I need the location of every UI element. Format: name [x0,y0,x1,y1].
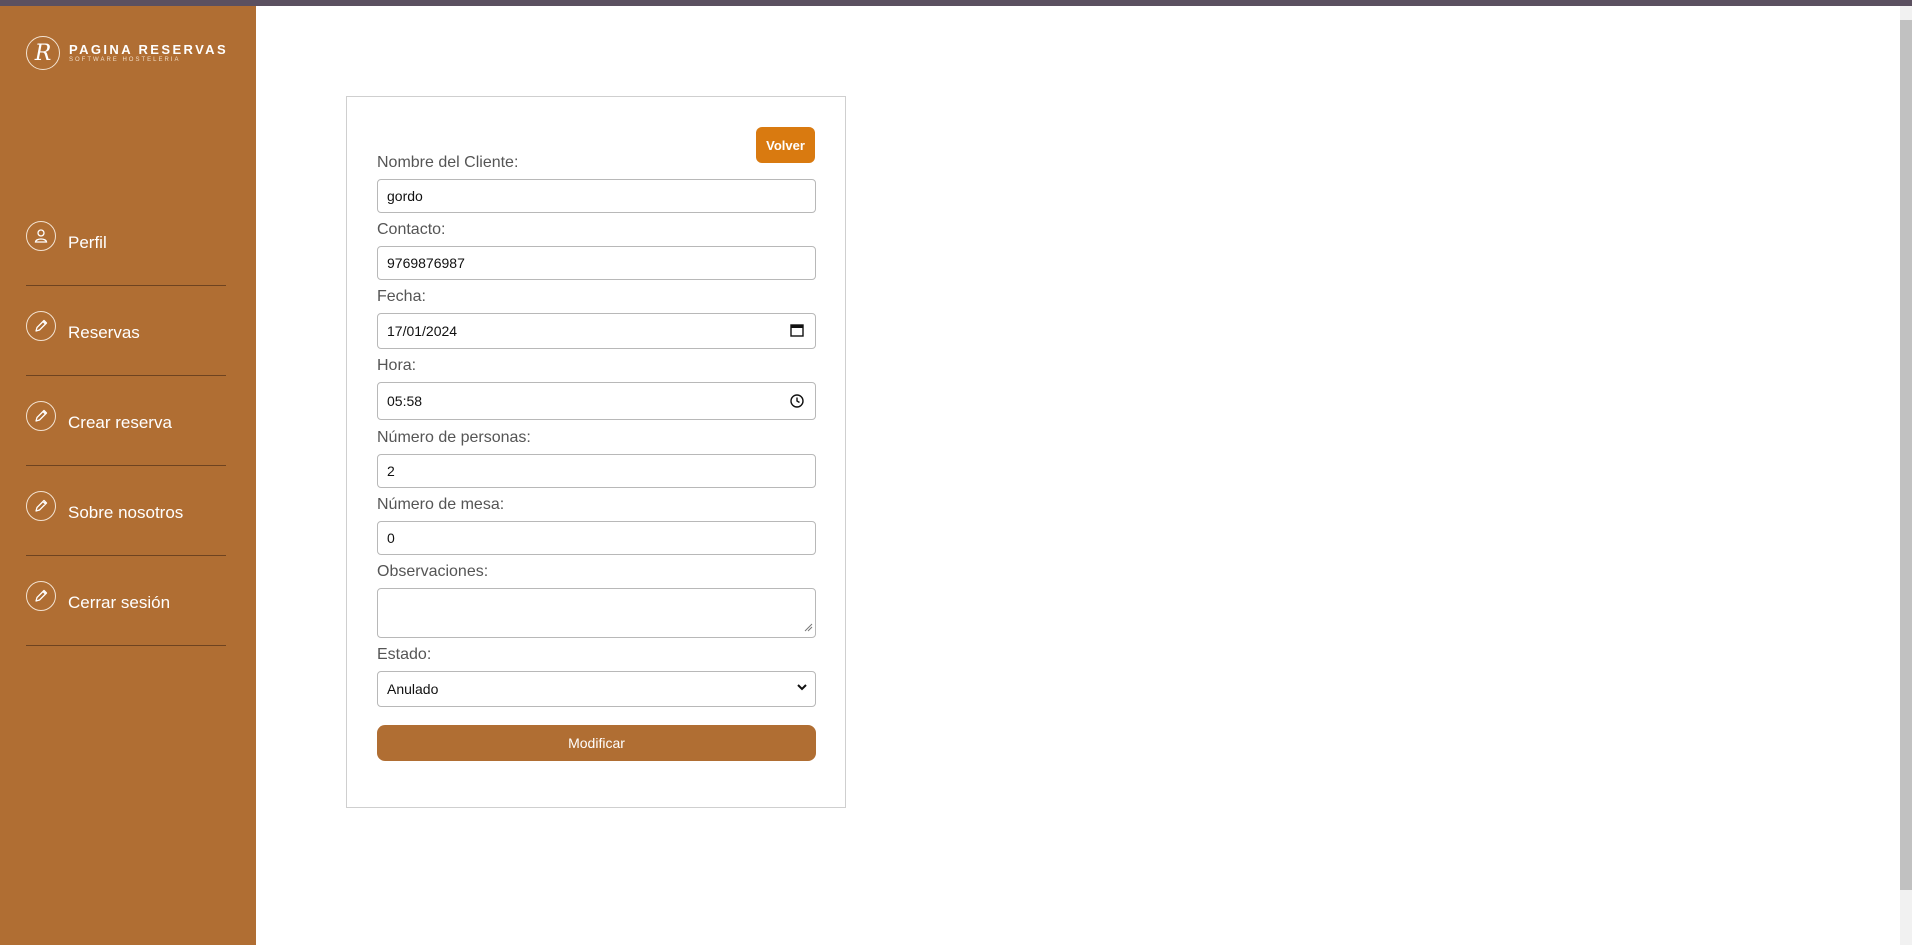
fecha-input[interactable]: 17/01/2024 [377,313,816,349]
contacto-label: Contacto: [377,221,446,238]
cliente-input[interactable]: gordo [377,179,816,213]
back-button[interactable]: Volver [756,127,815,163]
sidebar-item-label: Cerrar sesión [68,592,171,612]
brand-subtitle: SOFTWARE HOSTELERIA [69,57,181,63]
sidebar-nav: Perfil Reservas Crear reserva Sobre noso… [26,196,226,646]
personas-input[interactable]: 2 [377,454,816,488]
sidebar-item-label: Reservas [68,322,140,342]
sidebar-item-sobre-nosotros[interactable]: Sobre nosotros [26,466,226,556]
hora-value: 05:58 [387,393,423,409]
pencil-icon [26,490,56,521]
modificar-button[interactable]: Modificar [377,725,816,761]
sidebar-item-reservas[interactable]: Reservas [26,286,226,376]
resize-grip-icon[interactable] [803,619,813,635]
mesa-value: 0 [387,530,395,546]
contacto-value: 9769876987 [387,255,465,271]
brand-text: PAGINA RESERVAS SOFTWARE HOSTELERIA [69,43,228,63]
pencil-icon [26,580,56,611]
scrollbar-thumb[interactable] [1900,20,1912,890]
cliente-value: gordo [387,188,423,204]
chevron-down-icon [795,680,809,697]
estado-label: Estado: [377,646,432,663]
sidebar: R PAGINA RESERVAS SOFTWARE HOSTELERIA Pe… [0,6,256,945]
personas-value: 2 [387,463,395,479]
sidebar-item-label: Sobre nosotros [68,502,184,522]
clock-icon[interactable] [789,393,805,412]
observaciones-label: Observaciones: [377,563,489,580]
brand-monogram: R [26,36,60,70]
brand-logo[interactable]: R PAGINA RESERVAS SOFTWARE HOSTELERIA [26,36,228,70]
user-icon [26,220,56,251]
hora-input[interactable]: 05:58 [377,382,816,420]
sidebar-item-cerrar-sesion[interactable]: Cerrar sesión [26,556,226,646]
sidebar-item-label: Crear reserva [68,412,172,432]
cliente-label: Nombre del Cliente: [377,154,519,171]
mesa-label: Número de mesa: [377,496,505,513]
observaciones-textarea[interactable] [377,588,816,638]
estado-value: Anulado [387,681,439,697]
hora-label: Hora: [377,357,417,374]
estado-select[interactable]: Anulado [377,671,816,707]
browser-top-bar [0,0,1912,6]
fecha-value: 17/01/2024 [387,323,458,339]
sidebar-item-perfil[interactable]: Perfil [26,196,226,286]
brand-name: PAGINA RESERVAS [69,42,229,57]
pencil-icon [26,310,56,341]
calendar-icon[interactable] [789,322,805,341]
sidebar-item-crear-reserva[interactable]: Crear reserva [26,376,226,466]
pencil-icon [26,400,56,431]
edit-reservation-form: Volver Nombre del Cliente: gordo Contact… [346,96,846,808]
fecha-label: Fecha: [377,288,426,305]
personas-label: Número de personas: [377,429,531,446]
contacto-input[interactable]: 9769876987 [377,246,816,280]
mesa-input[interactable]: 0 [377,521,816,555]
sidebar-item-label: Perfil [68,232,107,252]
